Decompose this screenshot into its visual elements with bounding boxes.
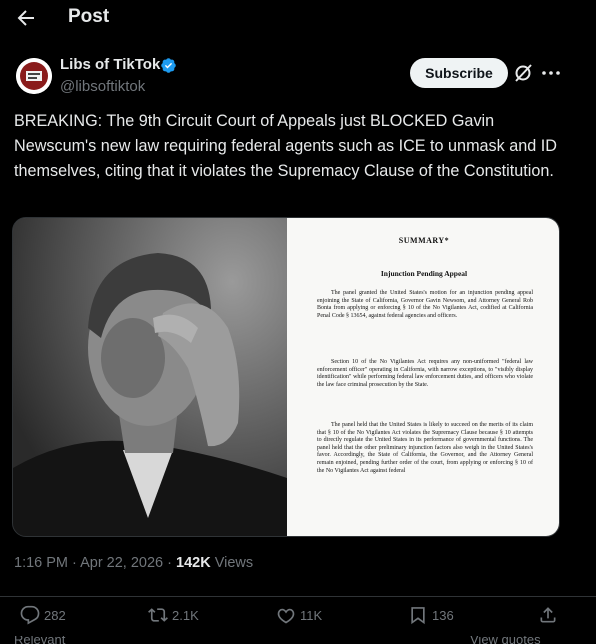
views-count: 142K bbox=[176, 555, 211, 571]
avatar[interactable] bbox=[16, 58, 52, 94]
reply-count: 282 bbox=[44, 608, 66, 623]
bookmark-count: 136 bbox=[432, 608, 454, 623]
bookmark-icon bbox=[411, 607, 425, 625]
views-label: Views bbox=[210, 555, 254, 571]
relevant-sort-label[interactable]: Relevant bbox=[14, 636, 65, 644]
view-quotes-link[interactable]: View quotes bbox=[470, 636, 541, 644]
post-author: Libs of TikTok @libsoftiktok Subscribe bbox=[16, 54, 580, 102]
subscribe-button[interactable]: Subscribe bbox=[410, 58, 508, 88]
author-display-name[interactable]: Libs of TikTok bbox=[60, 56, 160, 73]
document-paragraph: Section 10 of the No Vigilantes Act requ… bbox=[317, 359, 533, 388]
repost-button[interactable]: 2.1K bbox=[148, 605, 218, 627]
post-text: BREAKING: The 9th Circuit Court of Appea… bbox=[14, 112, 557, 180]
share-icon bbox=[540, 607, 556, 623]
back-button[interactable] bbox=[14, 6, 38, 30]
like-button[interactable]: 11K bbox=[276, 605, 336, 627]
reply-icon bbox=[20, 605, 40, 625]
share-button[interactable] bbox=[538, 605, 560, 627]
document-paragraph: The panel granted the United States's mo… bbox=[317, 290, 533, 319]
arrow-left-icon bbox=[17, 10, 34, 26]
heart-icon bbox=[277, 608, 295, 624]
grok-button[interactable] bbox=[512, 62, 534, 84]
document-title: SUMMARY* bbox=[398, 236, 450, 245]
post-media[interactable]: SUMMARY* Injunction Pending Appeal The p… bbox=[12, 217, 560, 537]
author-handle[interactable]: @libsoftiktok bbox=[60, 78, 145, 95]
court-document-image: SUMMARY* Injunction Pending Appeal The p… bbox=[287, 218, 559, 536]
more-horizontal-icon bbox=[542, 71, 560, 75]
document-paragraph: The panel held that the United States is… bbox=[317, 422, 533, 474]
verified-badge-icon bbox=[161, 58, 176, 73]
bottom-strip: Relevant View quotes bbox=[0, 636, 596, 644]
repost-count: 2.1K bbox=[172, 608, 199, 623]
reply-button[interactable]: 282 bbox=[20, 605, 80, 627]
photo-image bbox=[13, 218, 287, 536]
post-timestamp: 1:16 PM · Apr 22, 2026 · 142K Views bbox=[14, 555, 253, 571]
post-actions: 282 2.1K 11K 136 bbox=[0, 596, 596, 636]
post-time[interactable]: 1:16 PM · Apr 22, 2026 · bbox=[14, 555, 176, 571]
document-subtitle: Injunction Pending Appeal bbox=[380, 269, 468, 278]
avatar-image bbox=[16, 58, 52, 94]
like-count: 11K bbox=[300, 608, 323, 623]
bookmark-button[interactable]: 136 bbox=[408, 605, 468, 627]
more-options-button[interactable] bbox=[540, 62, 562, 84]
repost-icon bbox=[148, 608, 168, 622]
man-photo-illustration bbox=[13, 218, 287, 536]
post-header: Post bbox=[0, 0, 596, 36]
page-title: Post bbox=[68, 6, 110, 27]
grok-icon bbox=[515, 64, 532, 82]
